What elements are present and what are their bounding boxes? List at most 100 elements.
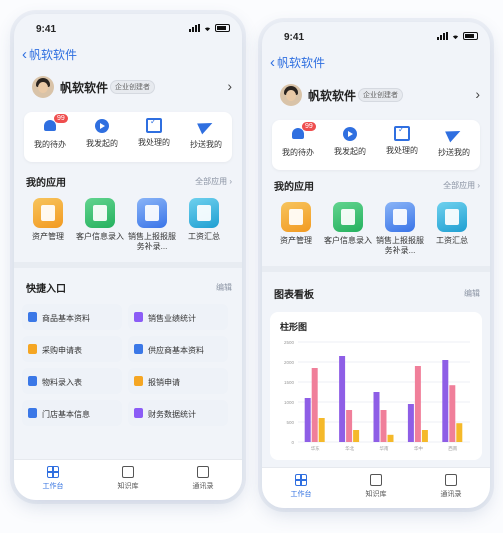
back-label: 帆软软件: [277, 56, 326, 70]
quick-item[interactable]: 供应商基本资料: [128, 336, 228, 362]
quick-item[interactable]: 物料录入表: [22, 368, 122, 394]
task-label: 抄送我的: [438, 148, 470, 157]
tab-bar: 工作台 知识库 通讯录: [14, 459, 242, 500]
tab-contacts[interactable]: 通讯录: [178, 466, 228, 491]
bar: [387, 434, 394, 442]
nav-bar: ‹ 帆软软件: [262, 52, 490, 76]
app-icon: [137, 198, 167, 228]
inbox-check-icon: [146, 117, 162, 133]
back-label: 帆软软件: [29, 48, 78, 62]
profile-row[interactable]: 帆软软件 企业创建者 ›: [14, 72, 242, 112]
wifi-icon: [452, 34, 459, 39]
app-label: 销售上报报服务补录...: [128, 232, 176, 251]
avatar: [280, 84, 302, 106]
task-todo[interactable]: 99 我的待办: [24, 114, 76, 150]
form-icon: [134, 344, 143, 354]
quick-item[interactable]: 财务数据统计: [128, 400, 228, 426]
tab-knowledge[interactable]: 知识库: [103, 466, 153, 491]
grid-icon: [295, 474, 307, 486]
app-label: 资产管理: [280, 236, 312, 245]
contacts-icon: [445, 474, 457, 486]
app-sales-report[interactable]: 销售上报报服务补录...: [128, 198, 176, 252]
tab-knowledge[interactable]: 知识库: [351, 474, 401, 499]
quick-item-label: 报销申请: [148, 378, 180, 387]
grid-icon: [47, 466, 59, 478]
quick-item[interactable]: 报销申请: [128, 368, 228, 394]
bar: [318, 418, 325, 442]
all-apps-link[interactable]: 全部应用 ›: [195, 176, 232, 187]
bar: [353, 430, 360, 442]
quick-item[interactable]: 销售业绩统计: [128, 304, 228, 330]
quick-item[interactable]: 采购申请表: [22, 336, 122, 362]
bar: [449, 385, 456, 442]
task-initiated[interactable]: 我发起的: [76, 118, 128, 149]
task-cc[interactable]: 抄送我的: [180, 117, 232, 150]
y-tick-label: 0: [291, 440, 294, 445]
quick-item-label: 财务数据统计: [148, 410, 196, 419]
tab-label: 工作台: [42, 483, 64, 490]
task-todo[interactable]: 99 我的待办: [272, 122, 324, 158]
app-asset-management[interactable]: 资产管理: [272, 202, 320, 246]
tab-contacts[interactable]: 通讯录: [426, 474, 476, 499]
back-button[interactable]: ‹ 帆软软件: [22, 46, 77, 63]
all-apps-link[interactable]: 全部应用 ›: [443, 180, 480, 191]
status-time: 9:41: [36, 24, 57, 35]
task-initiated[interactable]: 我发起的: [324, 126, 376, 157]
app-icon: [437, 202, 467, 232]
signal-icon: [437, 32, 448, 40]
tab-bar: 工作台 知识库 通讯录: [262, 467, 490, 508]
app-asset-management[interactable]: 资产管理: [24, 198, 72, 242]
paper-plane-icon: [197, 117, 215, 135]
app-customer-entry[interactable]: 客户信息录入: [324, 202, 372, 246]
phone-workbench-screen: 9:41 ‹ 帆软软件 帆软软件 企业创建者 › 99 我的待办 我发起的 我处…: [14, 14, 242, 500]
task-label: 抄送我的: [190, 140, 222, 149]
play-icon: [95, 119, 109, 133]
quick-item[interactable]: 商品基本资料: [22, 304, 122, 330]
contacts-icon: [197, 466, 209, 478]
app-sales-report[interactable]: 销售上报报服务补录...: [376, 202, 424, 256]
bar: [380, 410, 387, 442]
app-label: 资产管理: [32, 232, 64, 241]
app-salary-summary[interactable]: 工资汇总: [180, 198, 228, 242]
form-icon: [134, 312, 143, 322]
tab-workbench[interactable]: 工作台: [28, 466, 78, 491]
quick-item[interactable]: 门店基本信息: [22, 400, 122, 426]
app-icon: [385, 202, 415, 232]
board-edit-link[interactable]: 编辑: [464, 288, 480, 299]
app-label: 客户信息录入: [76, 232, 124, 241]
chevron-right-icon: ›: [227, 78, 232, 94]
bell-icon: [44, 120, 56, 131]
task-card: 99 我的待办 我发起的 我处理的 抄送我的: [24, 112, 232, 162]
tab-label: 知识库: [365, 491, 387, 498]
profile-row[interactable]: 帆软软件 企业创建者 ›: [262, 80, 490, 120]
y-tick-label: 500: [286, 420, 294, 425]
battery-icon: [463, 32, 478, 40]
nav-bar: ‹ 帆软软件: [14, 44, 242, 68]
tab-workbench[interactable]: 工作台: [276, 474, 326, 499]
y-tick-label: 2500: [284, 340, 295, 345]
quick-edit-link[interactable]: 编辑: [216, 282, 232, 293]
quick-item-label: 供应商基本资料: [148, 346, 204, 355]
x-tick-label: 华东: [311, 445, 320, 452]
bar: [442, 360, 449, 442]
task-cc[interactable]: 抄送我的: [428, 125, 480, 158]
wifi-icon: [204, 26, 211, 31]
status-bar: 9:41: [14, 14, 242, 38]
quick-item-label: 物料录入表: [42, 378, 82, 387]
board-title: 图表看板: [274, 290, 314, 301]
bar: [407, 404, 414, 442]
x-tick-label: 华南: [380, 445, 389, 452]
y-tick-label: 1500: [284, 380, 295, 385]
form-icon: [28, 312, 37, 322]
tab-label: 知识库: [117, 483, 139, 490]
profile-name: 帆软软件: [60, 81, 109, 95]
bar: [311, 368, 318, 442]
inbox-check-icon: [394, 125, 410, 141]
task-handled[interactable]: 我处理的: [376, 125, 428, 156]
quick-item-label: 商品基本资料: [42, 314, 90, 323]
app-salary-summary[interactable]: 工资汇总: [428, 202, 476, 246]
task-handled[interactable]: 我处理的: [128, 117, 180, 148]
back-button[interactable]: ‹ 帆软软件: [270, 54, 325, 71]
tab-label: 通讯录: [440, 491, 462, 498]
app-customer-entry[interactable]: 客户信息录入: [76, 198, 124, 242]
